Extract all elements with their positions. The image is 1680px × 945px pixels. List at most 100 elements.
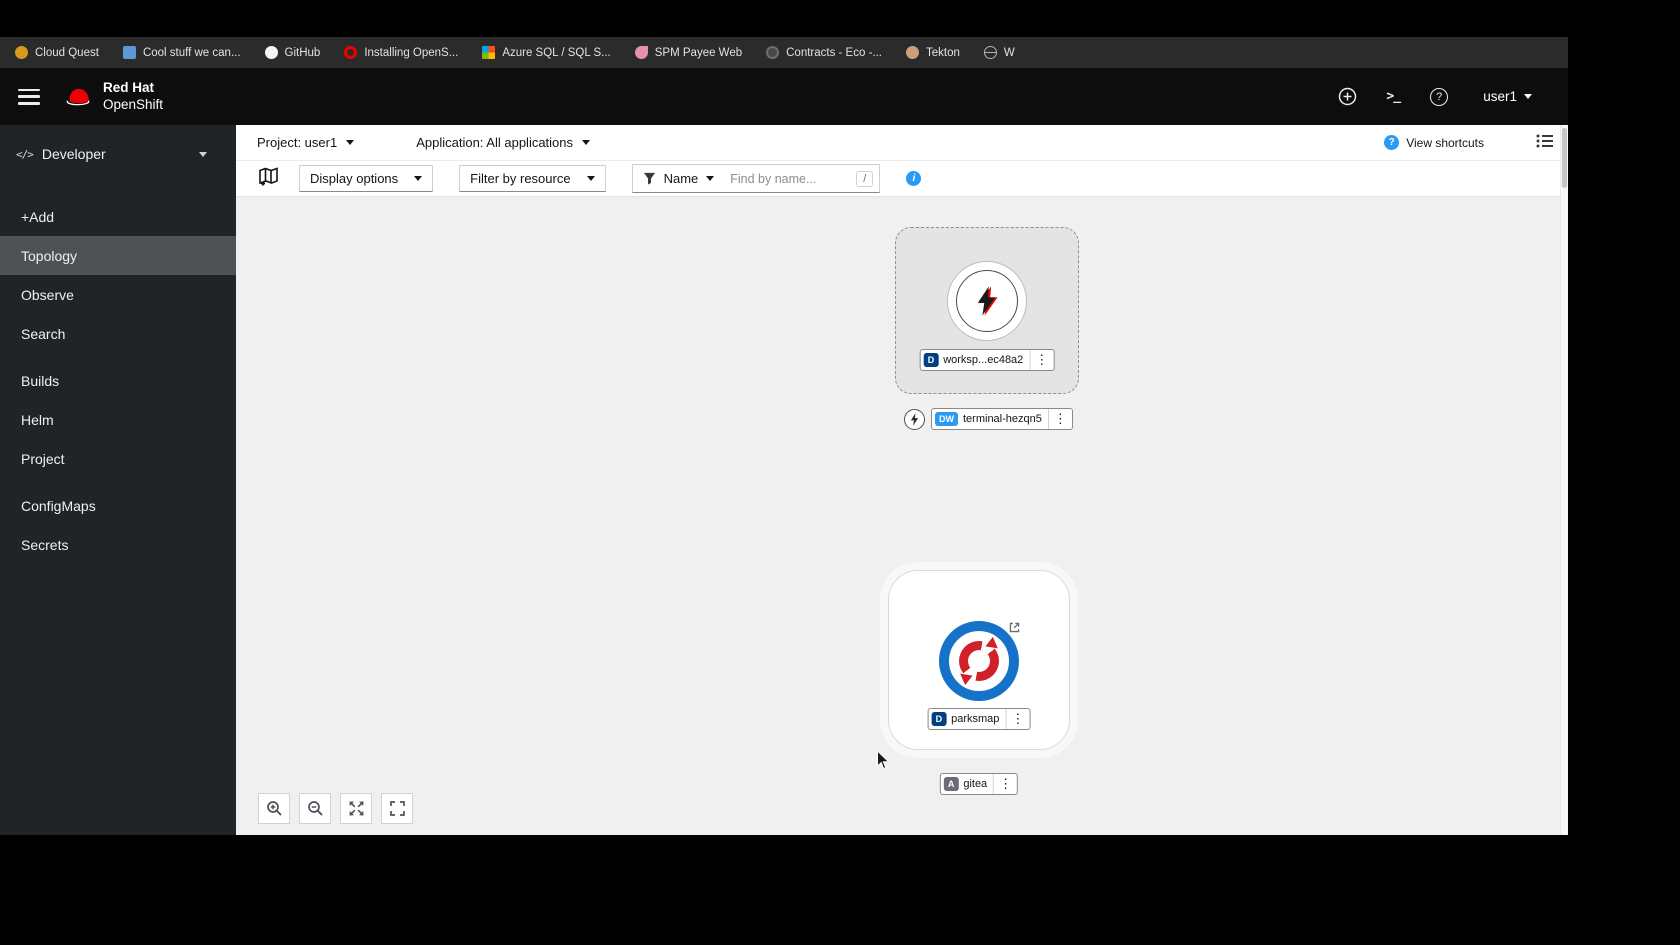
bookmark-label: Installing OpenS... [364, 46, 459, 59]
caret-down-icon [414, 176, 423, 181]
zoom-out-button[interactable] [299, 793, 331, 824]
find-by-name-input[interactable] [724, 171, 857, 186]
sidebar-item-configmaps[interactable]: ConfigMaps [0, 486, 236, 525]
terminal-label-text: terminal-hezqn5 [963, 413, 1042, 425]
question-circle-icon: ? [1384, 135, 1400, 150]
perspective-label: Developer [41, 146, 106, 162]
refresh-arrows-icon [956, 636, 1002, 686]
gitea-label-text: gitea [963, 778, 988, 790]
lightning-bolt-icon [977, 286, 998, 316]
sidebar-item-topology[interactable]: Topology [0, 236, 236, 275]
code-brackets-icon: </> [16, 147, 34, 161]
redhat-openshift-logo[interactable]: Red Hat OpenShift [64, 80, 163, 112]
sidebar-item-secrets[interactable]: Secrets [0, 525, 236, 564]
sidebar-item-observe[interactable]: Observe [0, 275, 236, 314]
bookmark-azure-sql[interactable]: Azure SQL / SQL S... [482, 46, 611, 59]
filter-funnel-icon [643, 172, 655, 185]
application-dropdown-label: Application: All applications [416, 135, 574, 150]
bookmarks-bar: Cloud Quest Cool stuff we can... GitHub … [0, 37, 1568, 68]
canvas-controls [258, 793, 413, 824]
web-terminal-icon[interactable]: >_ [1383, 87, 1403, 107]
terminal-label-row: DW terminal-hezqn5 ⋮ [904, 408, 1073, 430]
name-filter-dropdown[interactable]: Name [633, 171, 725, 186]
bookmark-favicon [766, 46, 780, 59]
topology-canvas[interactable]: D worksp...ec48a2 ⋮ DW terminal-hezqn5 ⋮… [236, 197, 1568, 835]
fit-to-screen-button[interactable] [340, 793, 372, 824]
bookmark-label: Cloud Quest [35, 46, 99, 59]
bookmark-tekton[interactable]: Tekton [905, 46, 960, 59]
zoom-in-button[interactable] [258, 793, 290, 824]
user-menu[interactable]: user1 [1483, 89, 1532, 104]
sidebar-nav: </> Developer +Add Topology Observe Sear… [0, 125, 236, 835]
bookmark-label: Tekton [925, 46, 960, 59]
filter-by-resource-label: Filter by resource [470, 171, 571, 186]
bookmark-label: GitHub [284, 46, 321, 59]
screen: Cloud Quest Cool stuff we can... GitHub … [0, 0, 1680, 945]
bookmark-favicon [905, 46, 919, 59]
devworkspace-badge: DW [935, 412, 958, 426]
masthead: Red Hat OpenShift >_ ? user1 [0, 68, 1568, 125]
view-shortcuts-label: View shortcuts [1406, 135, 1484, 150]
sidebar-item-project[interactable]: Project [0, 439, 236, 478]
caret-down-icon [1524, 94, 1532, 99]
kebab-menu-icon[interactable]: ⋮ [1029, 350, 1053, 370]
application-dropdown[interactable]: Application: All applications [416, 135, 591, 150]
kebab-menu-icon[interactable]: ⋮ [1005, 709, 1029, 729]
username: user1 [1483, 89, 1517, 104]
sidebar-item-add[interactable]: +Add [0, 197, 236, 236]
help-icon[interactable]: ? [1429, 87, 1449, 107]
terminal-node-label[interactable]: DW terminal-hezqn5 ⋮ [931, 408, 1073, 430]
parksmap-label-text: parksmap [951, 713, 1000, 725]
caret-down-icon [199, 151, 207, 157]
parksmap-app-icon [939, 621, 1019, 701]
gitea-node-label[interactable]: A gitea ⋮ [939, 773, 1019, 795]
devworkspace-circle-icon [947, 261, 1027, 341]
bookmark-spm-payee[interactable]: SPM Payee Web [634, 46, 742, 59]
caret-down-icon [706, 176, 715, 181]
workspace-node[interactable]: D worksp...ec48a2 ⋮ [895, 227, 1079, 394]
display-options-label: Display options [310, 171, 399, 186]
openshift-icon [344, 46, 358, 59]
sidebar-item-helm[interactable]: Helm [0, 400, 236, 439]
project-dropdown[interactable]: Project: user1 [257, 135, 355, 150]
add-plus-circle-icon[interactable] [1337, 87, 1357, 107]
kebab-menu-icon[interactable]: ⋮ [1047, 409, 1072, 429]
kebab-menu-icon[interactable]: ⋮ [993, 774, 1017, 794]
bookmark-cloud-quest[interactable]: Cloud Quest [15, 46, 99, 59]
hamburger-menu-icon[interactable] [18, 88, 40, 105]
view-shortcuts-link[interactable]: ? View shortcuts [1384, 135, 1484, 150]
brand-line1: Red Hat [103, 80, 155, 96]
sidebar-item-search[interactable]: Search [0, 314, 236, 353]
legend-list-icon[interactable] [1536, 133, 1554, 152]
bookmark-label: Azure SQL / SQL S... [502, 46, 611, 59]
export-application-icon[interactable] [258, 166, 279, 191]
scrollbar-thumb[interactable] [1562, 128, 1567, 188]
bookmark-contracts[interactable]: Contracts - Eco -... [766, 46, 882, 59]
app-body: </> Developer +Add Topology Observe Sear… [0, 125, 1568, 835]
deployment-badge: D [923, 353, 939, 367]
caret-down-icon [346, 140, 355, 145]
filter-by-resource-dropdown[interactable]: Filter by resource [459, 165, 606, 192]
bookmark-installing-openshift[interactable]: Installing OpenS... [344, 46, 458, 59]
bookmark-w[interactable]: W [983, 46, 1015, 59]
bookmark-label: Cool stuff we can... [142, 46, 241, 59]
bookmark-favicon [122, 46, 136, 59]
name-filter-label: Name [663, 171, 699, 186]
workspace-label-text: worksp...ec48a2 [943, 354, 1024, 366]
bookmark-favicon [634, 46, 648, 59]
application-badge: A [943, 777, 959, 791]
workspace-node-label[interactable]: D worksp...ec48a2 ⋮ [919, 349, 1055, 371]
perspective-switcher[interactable]: </> Developer [0, 125, 236, 183]
display-options-dropdown[interactable]: Display options [299, 165, 434, 192]
bookmark-cool-stuff[interactable]: Cool stuff we can... [122, 46, 241, 59]
workspace-decorator-icon[interactable] [904, 408, 925, 430]
parksmap-node[interactable]: D parksmap ⋮ [888, 570, 1070, 750]
sidebar-item-builds[interactable]: Builds [0, 361, 236, 400]
info-icon[interactable]: i [906, 171, 922, 186]
bookmark-label: Contracts - Eco -... [786, 46, 882, 59]
masthead-toolbar: >_ ? user1 [1337, 87, 1568, 107]
parksmap-node-label[interactable]: D parksmap ⋮ [927, 708, 1031, 730]
browser-window: Cloud Quest Cool stuff we can... GitHub … [0, 37, 1568, 835]
fullscreen-button[interactable] [381, 793, 413, 824]
bookmark-github[interactable]: GitHub [264, 46, 321, 59]
